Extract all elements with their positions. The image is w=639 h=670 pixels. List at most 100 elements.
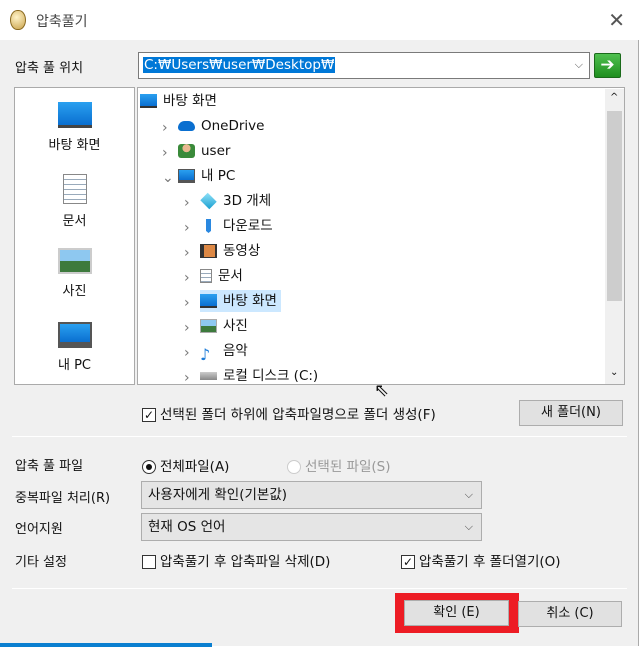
radio-icon	[287, 460, 301, 474]
checkbox-label: 압축풀기 후 압축파일 삭제(D)	[160, 554, 331, 570]
tree-node-label: OneDrive	[201, 118, 265, 134]
chevron-down-icon: ⌵	[464, 488, 473, 501]
chevron-right-icon[interactable]: ›	[184, 320, 194, 336]
folder-tree[interactable]: ^ ⌄ 바탕 화면 › OneDrive › user ⌄ 내 PC › 3D 개체 › 다운로드 ›…	[137, 87, 625, 387]
place-label: 바탕 화면	[48, 138, 101, 153]
computer-icon	[57, 322, 92, 348]
tree-node-label: 바탕 화면	[163, 93, 217, 109]
tree-node[interactable]: 사진	[200, 315, 252, 337]
tree-node-label: 바탕 화면	[223, 293, 277, 309]
chevron-right-icon[interactable]: ›	[184, 195, 194, 211]
tree-node[interactable]: 문서	[200, 265, 247, 287]
checkbox-icon[interactable]: ✓	[142, 408, 156, 422]
picture-icon	[57, 248, 92, 274]
radio-label: 전체파일(A)	[160, 459, 230, 475]
location-combo[interactable]: C:₩Users₩user₩Desktop₩ ⌵	[138, 52, 590, 79]
taskbar-strip	[0, 643, 212, 647]
chevron-right-icon[interactable]: ›	[162, 120, 172, 136]
other-label: 기타 설정	[15, 555, 67, 570]
chevron-right-icon[interactable]: ›	[184, 370, 194, 386]
tree-node[interactable]: 바탕 화면	[140, 90, 221, 112]
scroll-up-icon[interactable]: ^	[610, 92, 618, 103]
picture-icon	[200, 319, 217, 333]
tree-node[interactable]: 로컬 디스크 (C:)	[200, 365, 322, 387]
computer-icon	[178, 169, 195, 183]
duplicate-dropdown[interactable]: 사용자에게 확인(기본값) ⌵	[141, 481, 482, 509]
delete-after-checkbox[interactable]: 압축풀기 후 압축파일 삭제(D)	[142, 550, 330, 570]
tree-node[interactable]: 바탕 화면	[200, 290, 281, 312]
tree-node[interactable]: user	[178, 140, 234, 162]
tree-node-label: 로컬 디스크 (C:)	[223, 368, 319, 384]
tree-node[interactable]: ♪ 음악	[200, 340, 252, 364]
language-dropdown[interactable]: 현재 OS 언어 ⌵	[141, 513, 482, 541]
tree-node[interactable]: 내 PC	[178, 165, 239, 187]
mouse-cursor-icon: ⇖	[374, 380, 390, 401]
chevron-right-icon[interactable]: ›	[184, 245, 194, 261]
dropdown-value: 현재 OS 언어	[148, 519, 226, 535]
chevron-right-icon[interactable]: ›	[162, 145, 172, 161]
tree-node[interactable]: 동영상	[200, 240, 264, 262]
dropdown-value: 사용자에게 확인(기본값)	[148, 487, 288, 503]
chevron-right-icon[interactable]: ›	[184, 295, 194, 311]
chevron-right-icon[interactable]: ›	[184, 270, 194, 286]
create-subfolder-checkbox[interactable]: ✓ 선택된 폴더 하위에 압축파일명으로 폴더 생성(F)	[142, 403, 436, 423]
close-icon[interactable]: ✕	[608, 8, 625, 32]
open-after-checkbox[interactable]: ✓ 압축풀기 후 폴더열기(O)	[401, 550, 561, 570]
tree-node[interactable]: OneDrive	[178, 115, 268, 137]
divider	[12, 436, 627, 437]
scrollbar-thumb[interactable]	[607, 111, 622, 301]
arrow-right-icon: ➔	[600, 55, 615, 75]
location-path[interactable]: C:₩Users₩user₩Desktop₩	[143, 57, 336, 73]
chevron-down-icon[interactable]: ⌄	[162, 170, 174, 186]
chevron-down-icon: ⌵	[464, 520, 473, 533]
place-documents[interactable]: 문서	[15, 174, 134, 229]
tree-node-label: 내 PC	[201, 168, 236, 184]
place-pictures[interactable]: 사진	[15, 248, 134, 299]
dialog-title: 압축풀기	[36, 14, 88, 30]
tree-node[interactable]: 3D 개체	[200, 190, 275, 212]
place-desktop[interactable]: 바탕 화면	[15, 102, 134, 153]
tree-node-label: 문서	[218, 268, 243, 284]
checkbox-icon[interactable]: ✓	[401, 555, 415, 569]
video-icon	[200, 244, 217, 258]
user-icon	[178, 144, 195, 158]
files-label: 압축 풀 파일	[15, 459, 84, 474]
radio-all-files[interactable]: 전체파일(A)	[142, 455, 229, 475]
scroll-down-icon[interactable]: ⌄	[610, 367, 618, 378]
checkbox-label: 압축풀기 후 폴더열기(O)	[419, 554, 561, 570]
place-label: 문서	[62, 214, 87, 229]
app-logo-icon	[10, 10, 26, 30]
document-icon	[200, 269, 212, 283]
new-folder-button[interactable]: 새 폴더(N)	[519, 400, 623, 426]
go-button[interactable]: ➔	[594, 53, 621, 78]
tree-scrollbar[interactable]: ^ ⌄	[605, 89, 624, 384]
document-icon	[62, 174, 87, 204]
title-bar: 압축풀기 ✕	[0, 0, 639, 40]
tree-node-label: 사진	[223, 318, 248, 334]
cancel-button[interactable]: 취소 (C)	[518, 601, 622, 627]
cloud-icon	[178, 121, 195, 131]
drive-icon	[200, 372, 217, 380]
desktop-icon	[57, 102, 92, 128]
cube-icon	[200, 192, 217, 210]
tree-node[interactable]: 다운로드	[200, 215, 277, 237]
chevron-down-icon[interactable]: ⌵	[575, 58, 583, 72]
chevron-right-icon[interactable]: ›	[184, 345, 194, 361]
radio-label: 선택된 파일(S)	[305, 459, 391, 475]
place-label: 내 PC	[57, 358, 91, 373]
language-label: 언어지원	[15, 522, 63, 537]
radio-icon[interactable]	[142, 460, 156, 474]
duplicate-label: 중복파일 처리(R)	[15, 491, 111, 506]
music-icon: ♪	[200, 345, 211, 364]
place-my-pc[interactable]: 내 PC	[15, 322, 134, 373]
checkbox-label: 선택된 폴더 하위에 압축파일명으로 폴더 생성(F)	[160, 407, 436, 423]
ok-button[interactable]: 확인 (E)	[404, 600, 509, 626]
tree-node-label: 3D 개체	[223, 193, 272, 209]
radio-selected-files: 선택된 파일(S)	[287, 455, 391, 475]
extract-dialog: 압축풀기 ✕ 압축 풀 위치 C:₩Users₩user₩Desktop₩ ⌵ …	[0, 0, 639, 646]
checkbox-icon[interactable]	[142, 555, 156, 569]
divider	[12, 588, 627, 589]
desktop-icon	[200, 294, 217, 308]
tree-node-label: user	[201, 143, 231, 159]
chevron-right-icon[interactable]: ›	[184, 220, 194, 236]
